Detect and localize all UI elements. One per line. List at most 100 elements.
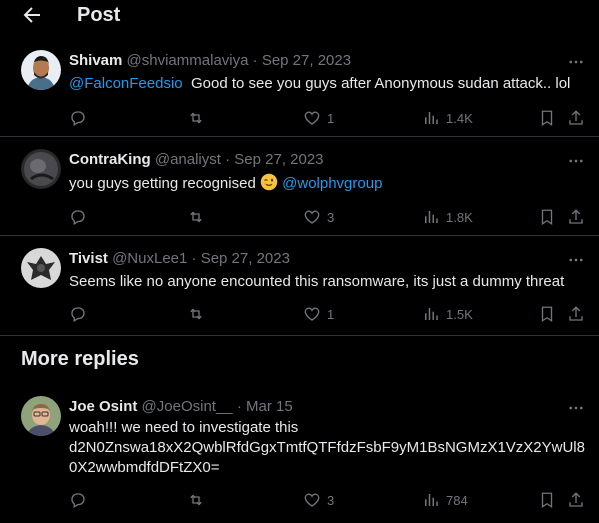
views-button[interactable]: 784 [422, 488, 468, 512]
avatar-image [21, 396, 61, 436]
repost-icon [190, 494, 202, 506]
bookmark-button[interactable] [538, 488, 556, 512]
tweet-date[interactable]: Mar 15 [246, 398, 293, 415]
bookmark-icon [541, 492, 553, 509]
author-handle[interactable]: @shviammalaviya [127, 52, 249, 69]
reply-icon [71, 307, 85, 322]
share-button[interactable] [567, 488, 585, 512]
mention-link[interactable]: @wolphvgroup [282, 175, 382, 192]
repost-button[interactable] [187, 302, 205, 326]
more-icon[interactable] [567, 251, 585, 269]
tweet-meta: Joe Osint @JoeOsint__ · Mar 15 [69, 398, 293, 415]
tweet-meta: Tivist @NuxLee1 · Sep 27, 2023 [69, 250, 290, 267]
tweet-date[interactable]: Sep 27, 2023 [262, 52, 351, 69]
author-name[interactable]: ContraKing [69, 151, 151, 168]
share-icon [569, 492, 583, 507]
mention-link[interactable]: @FalconFeedsio [69, 75, 183, 92]
share-button[interactable] [567, 106, 585, 130]
more-reply-tweet[interactable]: Joe Osint @JoeOsint__ · Mar 15 woah!!! w… [0, 386, 599, 523]
like-icon [304, 111, 320, 125]
tweet-meta: ContraKing @analiyst · Sep 27, 2023 [69, 151, 324, 168]
more-icon[interactable] [567, 399, 585, 417]
back-arrow-icon[interactable] [20, 3, 44, 27]
repost-button[interactable] [187, 205, 205, 229]
bookmark-icon [541, 110, 553, 127]
avatar[interactable] [21, 149, 61, 189]
reply-tweet[interactable]: Tivist @NuxLee1 · Sep 27, 2023 Seems lik… [0, 236, 599, 336]
views-count: 1.8K [446, 209, 473, 225]
like-button[interactable]: 1 [303, 302, 334, 326]
repost-icon [190, 112, 202, 124]
more-replies-heading: More replies [21, 348, 139, 370]
views-button[interactable]: 1.5K [422, 302, 473, 326]
share-icon [569, 306, 583, 321]
more-icon[interactable] [567, 53, 585, 71]
author-name[interactable]: Joe Osint [69, 398, 137, 415]
tweet-body: Seems like no anyone encounted this rans… [69, 273, 565, 290]
avatar[interactable] [21, 50, 61, 90]
author-name[interactable]: Shivam [69, 52, 122, 69]
reply-icon [71, 493, 85, 508]
repost-button[interactable] [187, 106, 205, 130]
author-name[interactable]: Tivist [69, 250, 108, 267]
share-button[interactable] [567, 302, 585, 326]
avatar-image [21, 50, 61, 90]
tweet-date[interactable]: Sep 27, 2023 [234, 151, 323, 168]
reply-tweet[interactable]: Shivam @shviammalaviya · Sep 27, 2023 @F… [0, 38, 599, 137]
reply-button[interactable] [69, 205, 87, 229]
like-count: 1 [327, 110, 335, 126]
reply-icon [71, 210, 85, 225]
reply-button[interactable] [69, 106, 87, 130]
bookmark-button[interactable] [538, 106, 556, 130]
views-button[interactable]: 1.4K [422, 106, 473, 130]
like-button[interactable]: 3 [303, 205, 334, 229]
separator-dot: · [191, 250, 197, 267]
views-icon [425, 308, 438, 320]
tweet-actions: 1 1.5K [60, 302, 599, 326]
like-button[interactable]: 1 [303, 106, 334, 130]
avatar[interactable] [21, 396, 61, 436]
reply-button[interactable] [69, 302, 87, 326]
like-count: 3 [327, 209, 335, 225]
tweet-text: woah!!! we need to investigate this d2N0… [69, 418, 585, 478]
header: Post [0, 0, 599, 32]
tweet-body: you guys getting recognised [69, 175, 256, 192]
tweet-actions: 3 784 [60, 488, 599, 512]
views-icon [425, 211, 438, 223]
separator-dot: · [236, 398, 242, 415]
views-icon [425, 494, 438, 506]
tweet-text: Seems like no anyone encounted this rans… [69, 272, 585, 292]
avatar[interactable] [21, 248, 61, 288]
separator-dot: · [225, 151, 231, 168]
like-icon [304, 493, 320, 507]
avatar-image [21, 149, 61, 189]
tweet-meta: Shivam @shviammalaviya · Sep 27, 2023 [69, 52, 351, 69]
share-icon [569, 209, 583, 224]
like-button[interactable]: 3 [303, 488, 334, 512]
views-count: 1.4K [446, 110, 473, 126]
repost-button[interactable] [187, 488, 205, 512]
views-count: 1.5K [446, 306, 473, 322]
tweet-body: Good to see you guys after Anonymous sud… [190, 75, 571, 92]
like-icon [304, 307, 320, 321]
like-count: 1 [327, 306, 335, 322]
bookmark-icon [541, 306, 553, 323]
reply-tweet[interactable]: ContraKing @analiyst · Sep 27, 2023 you … [0, 137, 599, 236]
views-button[interactable]: 1.8K [422, 205, 473, 229]
author-handle[interactable]: @NuxLee1 [112, 250, 187, 267]
share-icon [569, 110, 583, 125]
share-button[interactable] [567, 205, 585, 229]
tweet-body-line-3: 0X2wwbmdfdDFtZX0= [69, 459, 220, 476]
author-handle[interactable]: @analiyst [155, 151, 221, 168]
bookmark-button[interactable] [538, 205, 556, 229]
reply-button[interactable] [69, 488, 87, 512]
bookmark-button[interactable] [538, 302, 556, 326]
author-handle[interactable]: @JoeOsint__ [142, 398, 233, 415]
like-count: 3 [327, 492, 335, 508]
more-icon[interactable] [567, 152, 585, 170]
tweet-date[interactable]: Sep 27, 2023 [201, 250, 290, 267]
page-title: Post [77, 4, 121, 26]
tweet-text: @FalconFeedsio Good to see you guys afte… [69, 74, 585, 94]
tweet-actions: 1 1.4K [60, 106, 599, 130]
wink-emoji-icon [260, 173, 278, 191]
